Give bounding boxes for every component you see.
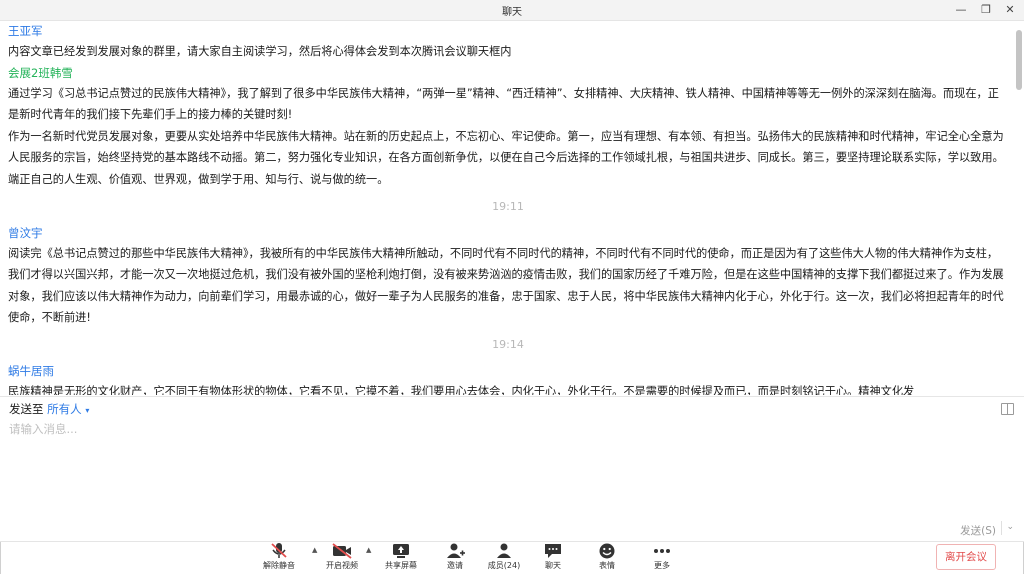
chat-scrollbar[interactable] bbox=[1016, 30, 1022, 90]
more-label: 更多 bbox=[654, 561, 670, 570]
send-separator bbox=[1001, 521, 1002, 535]
members-label: 成员(24) bbox=[487, 561, 521, 570]
share-screen-button[interactable]: 共享屏幕 bbox=[374, 542, 428, 574]
chat-button[interactable]: 聊天 bbox=[526, 542, 580, 574]
start-video-button[interactable]: 开启视频 bbox=[315, 542, 369, 574]
recipient-select[interactable]: 所有人 bbox=[47, 402, 82, 416]
message-sender-name[interactable]: 曾汶宇 bbox=[8, 223, 1008, 243]
send-button[interactable]: 发送(S) bbox=[960, 523, 996, 538]
title-bar: 聊天 — ❐ ✕ bbox=[0, 0, 1024, 21]
meeting-toolbar: 解除静音 ▲ 开启视频 ▲ 共享屏幕 邀请 成员(24) 聊天 表情 更多 离开… bbox=[0, 541, 1024, 574]
chat-message: 曾汶宇阅读完《总书记点赞过的那些中华民族伟大精神》，我被所有的中华民族伟大精神所… bbox=[0, 223, 1016, 329]
chat-label: 聊天 bbox=[545, 561, 561, 570]
camera-off-icon bbox=[332, 543, 352, 559]
invite-icon bbox=[447, 543, 465, 558]
chat-icon bbox=[545, 544, 561, 558]
chat-history-icon[interactable] bbox=[1001, 403, 1014, 415]
chat-message-list[interactable]: 王亚军内容文章已经发到发展对象的群里，请大家自主阅读学习，然后将心得体会发到本次… bbox=[0, 21, 1016, 395]
message-input[interactable] bbox=[9, 421, 989, 521]
message-sender-name[interactable]: 会展2班韩雪 bbox=[8, 63, 1008, 83]
message-text: 作为一名新时代党员发展对象，更要从实处培养中华民族伟大精神。站在新的历史起点上，… bbox=[8, 129, 1004, 186]
mic-muted-icon bbox=[271, 543, 287, 558]
members-icon bbox=[497, 543, 511, 558]
emoji-icon bbox=[599, 543, 615, 559]
message-sender-name[interactable]: 王亚军 bbox=[8, 21, 1008, 41]
emoji-label: 表情 bbox=[599, 561, 615, 570]
send-to-label: 发送至 bbox=[9, 402, 44, 416]
message-text: 通过学习《习总书记点赞过的民族伟大精神》，我了解到了很多中华民族伟大精神，“两弹… bbox=[8, 86, 999, 122]
share-screen-icon bbox=[393, 544, 409, 558]
emoji-button[interactable]: 表情 bbox=[580, 542, 634, 574]
message-text: 阅读完《总书记点赞过的那些中华民族伟大精神》，我被所有的中华民族伟大精神所触动，… bbox=[8, 246, 1004, 325]
toolbar-left-edge bbox=[0, 542, 1, 574]
restore-button[interactable]: ❐ bbox=[975, 1, 997, 19]
chat-message: 会展2班韩雪通过学习《习总书记点赞过的民族伟大精神》，我了解到了很多中华民族伟大… bbox=[0, 63, 1016, 191]
close-button[interactable]: ✕ bbox=[999, 1, 1021, 19]
message-timestamp: 19:11 bbox=[492, 199, 524, 213]
recipient-caret-icon[interactable]: ▾ bbox=[85, 406, 89, 415]
chat-message: 王亚军内容文章已经发到发展对象的群里，请大家自主阅读学习，然后将心得体会发到本次… bbox=[0, 21, 1016, 63]
members-button[interactable]: 成员(24) bbox=[477, 542, 531, 574]
video-options-caret-icon[interactable]: ▲ bbox=[366, 546, 371, 554]
send-to-row: 发送至 所有人 ▾ bbox=[9, 401, 89, 417]
unmute-label: 解除静音 bbox=[263, 561, 295, 570]
more-button[interactable]: 更多 bbox=[635, 542, 689, 574]
message-timestamp: 19:14 bbox=[492, 337, 524, 351]
message-composer: 发送至 所有人 ▾ 发送(S) ⌄ bbox=[0, 397, 1024, 543]
more-icon bbox=[654, 549, 670, 553]
message-sender-name[interactable]: 蜗牛居雨 bbox=[8, 361, 1008, 381]
minimize-button[interactable]: — bbox=[950, 1, 972, 19]
share-screen-label: 共享屏幕 bbox=[385, 561, 417, 570]
message-text: 内容文章已经发到发展对象的群里，请大家自主阅读学习，然后将心得体会发到本次腾讯会… bbox=[8, 45, 512, 58]
message-text: 民族精神是无形的文化财产，它不同于有物体形状的物体，它看不见，它摸不着，我们要用… bbox=[8, 384, 915, 395]
start-video-label: 开启视频 bbox=[326, 561, 358, 570]
unmute-button[interactable]: 解除静音 bbox=[252, 542, 306, 574]
chat-message: 蜗牛居雨民族精神是无形的文化财产，它不同于有物体形状的物体，它看不见，它摸不着，… bbox=[0, 361, 1016, 395]
send-options-chevron-icon[interactable]: ⌄ bbox=[1006, 522, 1014, 532]
invite-label: 邀请 bbox=[447, 561, 463, 570]
leave-meeting-button[interactable]: 离开会议 bbox=[936, 544, 996, 570]
invite-button[interactable]: 邀请 bbox=[428, 542, 482, 574]
window-title: 聊天 bbox=[502, 7, 522, 18]
